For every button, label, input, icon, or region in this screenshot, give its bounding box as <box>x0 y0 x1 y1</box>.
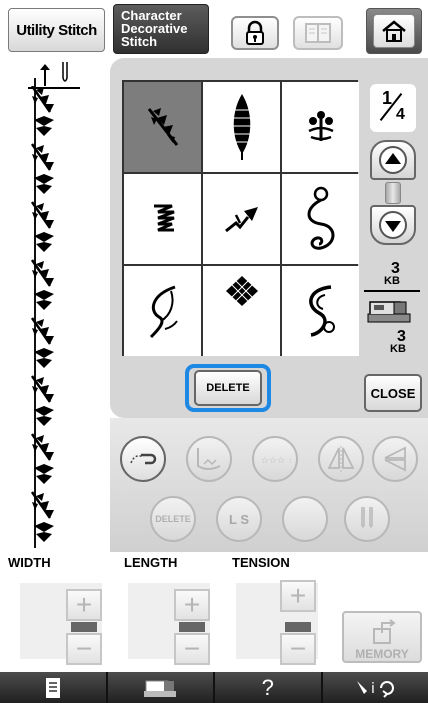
triangle-mirror-icon <box>327 446 355 472</box>
delete-stitch-label: DELETE <box>155 514 191 524</box>
settings-button[interactable]: i <box>323 672 428 703</box>
ls-button[interactable]: L S <box>216 496 262 542</box>
memory-icon <box>373 619 396 644</box>
svg-text:☆☆☆ ☆: ☆☆☆ ☆ <box>261 456 291 466</box>
width-label: WIDTH <box>8 555 51 570</box>
spiral-stitch-icon <box>307 186 334 250</box>
flip-triangle-icon <box>384 446 406 472</box>
machine-setting-button[interactable] <box>108 672 215 703</box>
page-indicator: 1 4 <box>370 84 416 132</box>
floral-motif-stitch-icon <box>307 111 334 141</box>
stitch-cell-3[interactable] <box>282 82 359 172</box>
help-button-label: ? <box>261 674 274 700</box>
memory-usage-bottom: 3 KB <box>390 329 406 356</box>
ls-button-label: L S <box>229 511 249 527</box>
book-icon <box>305 23 331 43</box>
home-button[interactable] <box>366 8 422 54</box>
up-arrow-icon <box>379 146 407 174</box>
memory-top-unit: KB <box>384 275 400 287</box>
help-button[interactable]: ? <box>215 672 323 703</box>
lock-icon <box>246 20 264 45</box>
tension-slider-indicator <box>285 622 311 632</box>
stitch-cell-8[interactable] <box>203 266 280 356</box>
page-scrollbar[interactable] <box>385 182 401 204</box>
tab-character-decorative-stitch[interactable]: Character Decorative Stitch <box>113 4 209 54</box>
length-increase-button[interactable]: + <box>174 589 210 621</box>
stitch-cell-1[interactable] <box>124 82 201 172</box>
star-stitch-icon: ☆☆☆ ☆ <box>261 456 291 466</box>
tension-decrease-button[interactable]: − <box>280 633 316 665</box>
document-button[interactable] <box>0 672 108 703</box>
settings-icon: i <box>357 680 395 698</box>
horizontal-mirror-button[interactable] <box>318 436 364 482</box>
length-slider-indicator <box>179 622 205 632</box>
stitch-cell-6[interactable] <box>282 174 359 264</box>
stitch-cell-5[interactable] <box>203 174 280 264</box>
blank-function-button[interactable] <box>282 496 328 542</box>
mirror-stitch-icon <box>197 448 221 470</box>
home-icon <box>382 20 406 42</box>
satin-zigzag-stitch-icon <box>153 204 175 232</box>
length-decrease-button[interactable]: − <box>174 633 210 665</box>
delete-button[interactable]: DELETE <box>194 370 262 406</box>
bottom-toolbar: ? i <box>0 672 428 703</box>
stitch-cell-2[interactable] <box>203 82 280 172</box>
width-decrease-button[interactable]: − <box>66 633 102 665</box>
page-up-button[interactable] <box>370 140 416 180</box>
cross-stitch-icon <box>225 276 258 306</box>
stitch-grid <box>122 80 359 356</box>
delete-button-label: DELETE <box>206 382 250 394</box>
memory-usage-top: 3 KB <box>384 261 400 288</box>
page-total: 4 <box>396 106 405 123</box>
bird-stitch-icon <box>224 207 258 233</box>
delete-stitch-button[interactable]: DELETE <box>150 496 196 542</box>
tab-utility-stitch-label: Utility Stitch <box>16 21 97 39</box>
leaf-stitch-icon <box>231 94 252 160</box>
stitch-cell-4[interactable] <box>124 174 201 264</box>
memory-button-label: MEMORY <box>355 647 409 661</box>
tab-utility-stitch[interactable]: Utility Stitch <box>8 8 105 52</box>
width-increase-button[interactable]: + <box>66 589 102 621</box>
tension-increase-button[interactable]: + <box>280 580 316 612</box>
feather-stitch-icon <box>147 108 178 146</box>
memory-divider <box>364 290 420 292</box>
down-arrow-icon <box>379 211 407 239</box>
tension-label: TENSION <box>232 555 290 570</box>
tab-character-line-3: Stitch <box>121 34 158 49</box>
document-icon <box>45 677 60 698</box>
page-down-button[interactable] <box>370 205 416 245</box>
close-button[interactable]: CLOSE <box>364 374 422 412</box>
thread-loop-icon <box>130 453 157 465</box>
sewing-machine-icon <box>367 301 411 323</box>
feather-stitch-pattern <box>30 86 54 542</box>
stitch-density-button[interactable]: ☆☆☆ ☆ <box>252 436 298 482</box>
memory-bottom-unit: KB <box>390 343 406 355</box>
close-button-label: CLOSE <box>370 385 416 401</box>
width-slider-indicator <box>71 622 97 632</box>
stitch-cell-9[interactable] <box>282 266 359 356</box>
stitch-cell-7[interactable] <box>124 266 201 356</box>
length-label: LENGTH <box>124 555 178 570</box>
twin-needle-icon <box>361 507 373 528</box>
vertical-mirror-stitch-button[interactable] <box>186 436 232 482</box>
paisley-stitch-icon <box>308 285 335 337</box>
lock-button[interactable] <box>231 16 279 50</box>
sewing-machine-icon <box>144 680 177 697</box>
rotate-mirror-button[interactable] <box>372 436 418 482</box>
thread-cutter-button[interactable] <box>120 436 166 482</box>
swirl-leaf-stitch-icon <box>149 285 178 339</box>
book-button[interactable] <box>293 16 343 50</box>
memory-button[interactable]: MEMORY <box>342 611 422 663</box>
twin-needle-button[interactable] <box>344 496 390 542</box>
svg-text:i: i <box>371 681 375 697</box>
